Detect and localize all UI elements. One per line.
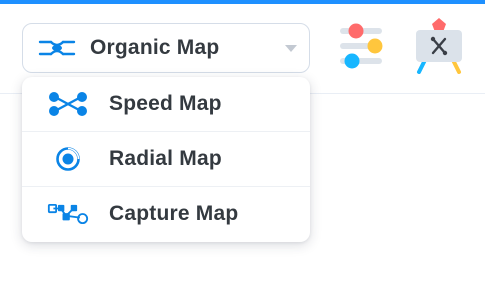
selected-map-label: Organic Map [90,36,220,59]
speed-map-icon [47,91,89,117]
menu-item-capture-map[interactable]: Capture Map [22,186,310,241]
menu-item-label: Capture Map [109,202,239,225]
menu-item-label: Radial Map [109,147,222,170]
organic-map-icon [38,37,76,59]
paint-canvas-icon [414,17,464,79]
menu-item-radial-map[interactable]: Radial Map [22,131,310,186]
sliders-icon [336,20,386,77]
menu-item-label: Speed Map [109,92,222,115]
capture-map-icon [47,201,89,227]
chevron-down-icon [285,45,297,52]
map-type-menu: Speed Map Radial Map Capture Map [22,77,310,242]
paint-canvas-button[interactable] [414,17,464,79]
sliders-button[interactable] [336,22,386,74]
radial-map-icon [47,146,89,172]
app-root: Organic Map Speed Map Radial Map Capture… [0,0,485,293]
map-type-dropdown[interactable]: Organic Map [22,23,310,73]
menu-item-speed-map[interactable]: Speed Map [22,77,310,131]
